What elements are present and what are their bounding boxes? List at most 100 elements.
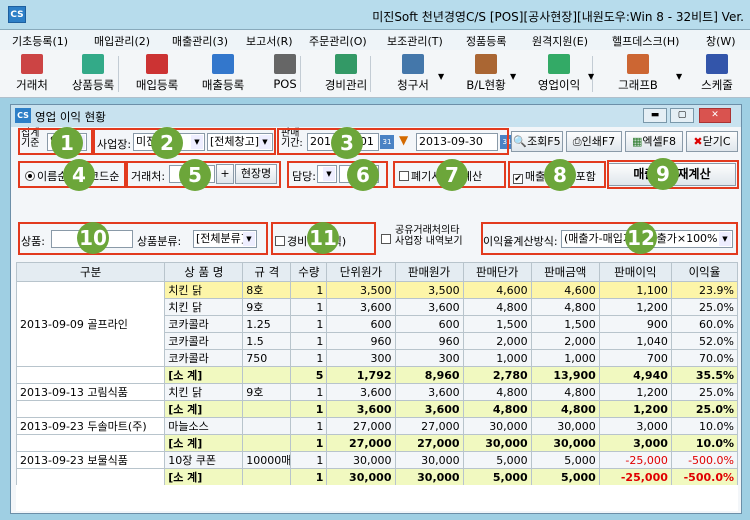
manager-select[interactable]: ▼	[317, 165, 337, 183]
toolbar-button-6[interactable]: 청구서	[386, 52, 440, 95]
group-cell-empty	[15, 400, 166, 418]
menu-item-7[interactable]: 원격지원(E)	[532, 33, 588, 49]
menubar: 기초등록(1) 매입관리(2) 매출관리(3) 보고서(R) 주문관리(O) 보조관리(T…	[0, 30, 750, 50]
cell-amount: 4,800	[530, 400, 600, 418]
cell-rate: 25.0%	[670, 383, 739, 401]
column-header[interactable]: 구분	[15, 262, 166, 282]
column-header[interactable]: 판매이익	[598, 262, 672, 282]
column-header[interactable]: 규 격	[242, 262, 292, 282]
column-header[interactable]: 상 품 명	[164, 262, 244, 282]
subtotal-row[interactable]: [소 계] 5 1,792 8,960 2,780 13,900 4,940 35.5%	[15, 366, 739, 384]
subtotal-row[interactable]: [소 계] 1 27,000 27,000 30,000 30,000 3,000 10.0%	[15, 434, 739, 452]
cell-amount: 30,000	[530, 434, 600, 452]
menu-item-4[interactable]: 주문관리(O)	[309, 33, 367, 49]
cell-sale_cost: 30,000	[394, 468, 464, 486]
cell-qty: 1	[290, 451, 328, 469]
column-header[interactable]: 판매원가	[394, 262, 464, 282]
cell-qty: 1	[290, 417, 328, 435]
toolbar-button-10[interactable]: 스케줄	[692, 52, 742, 95]
cell-amount: 4,800	[530, 383, 600, 401]
column-header[interactable]: 판매단가	[462, 262, 532, 282]
menu-item-1[interactable]: 매입관리(2)	[94, 33, 150, 49]
toolbar-button-9[interactable]: 그래프B	[606, 52, 670, 95]
date-from-calendar-icon[interactable]: 31	[380, 134, 394, 149]
cell-rate: 10.0%	[670, 417, 739, 435]
cell-price: 2,000	[462, 332, 532, 350]
sort-name-radio[interactable]: 이름순	[25, 168, 67, 184]
column-header[interactable]: 이익율	[670, 262, 739, 282]
calendar-icon	[706, 54, 728, 74]
customer-add-button[interactable]: +	[216, 164, 234, 184]
menu-item-9[interactable]: 창(W)	[706, 33, 736, 49]
table-header-row: 구분 상 품 명규 격 수량 단위원가 판매원가 판매단가 판매금액 판매이익 이익율	[15, 262, 739, 282]
toolbar-label: POS	[273, 77, 297, 91]
close-button[interactable]: ✖닫기C	[686, 131, 738, 152]
menu-item-2[interactable]: 매출관리(3)	[172, 33, 228, 49]
maximize-button[interactable]: ▢	[670, 108, 694, 123]
excel-button[interactable]: ▦엑셀F8	[625, 131, 683, 152]
product-icon	[82, 54, 104, 74]
search-button[interactable]: 🔍조회F5	[511, 131, 563, 152]
group-cell-empty	[15, 366, 166, 384]
print-button[interactable]: ⎙인쇄F7	[566, 131, 622, 152]
warehouse-select[interactable]: [전체창고] ▼	[207, 133, 273, 151]
table-empty-area	[16, 485, 738, 511]
dropdown-arrow-icon[interactable]: ▼	[438, 72, 444, 81]
toolbar-button-8[interactable]: 영업이익	[528, 52, 590, 95]
chevron-down-icon: ▼	[243, 232, 255, 246]
cell-spec: 750	[242, 349, 292, 367]
table-row[interactable]: 2013-09-23 두솔마트(주) 마늘소스 1 27,000 27,000 30,00…	[15, 417, 739, 435]
site-name-button[interactable]: 현장명	[235, 164, 277, 184]
menu-item-8[interactable]: 헬프데스크(H)	[612, 33, 679, 49]
column-header[interactable]: 판매금액	[530, 262, 600, 282]
toolbar-button-5[interactable]: 경비관리	[318, 52, 374, 95]
badge-12: 12	[625, 222, 657, 254]
excel-label: 엑셀F8	[642, 135, 676, 148]
table-row[interactable]: 2013-09-23 보물식품 10장 쿠폰 10000매 1 30,000 30,000…	[15, 451, 739, 469]
cell-rate: 10.0%	[670, 434, 739, 452]
graph-icon	[627, 54, 649, 74]
chevron-down-icon: ▼	[191, 135, 203, 149]
toolbar-button-1[interactable]: 상품등록	[62, 52, 124, 95]
subtotal-row[interactable]: [소 계] 1 30,000 30,000 5,000 5,000 -25,000 -500.…	[15, 468, 739, 486]
cell-profit: 1,040	[598, 332, 672, 350]
toolbar-label: 영업이익	[537, 78, 581, 92]
cell-profit: 3,000	[598, 417, 672, 435]
bl-icon	[475, 54, 497, 74]
cell-qty: 1	[290, 434, 328, 452]
minimize-button[interactable]: ▬	[643, 108, 667, 123]
category-select[interactable]: [전체분류] ▼	[193, 230, 257, 248]
shared-customer-checkbox[interactable]	[381, 233, 393, 246]
column-header[interactable]: 단위원가	[326, 262, 396, 282]
close-window-button[interactable]: ✕	[699, 108, 731, 123]
subtotal-row[interactable]: [소 계] 1 3,600 3,600 4,800 4,800 1,200 25.0%	[15, 400, 739, 418]
toolbar-separator	[370, 56, 371, 92]
menu-item-3[interactable]: 보고서(R)	[246, 33, 293, 49]
cell-spec	[242, 468, 292, 486]
column-header[interactable]: 수량	[290, 262, 328, 282]
cell-qty: 1	[290, 383, 328, 401]
cell-price: 5,000	[462, 451, 532, 469]
cell-amount: 5,000	[530, 468, 600, 486]
table-row[interactable]: 2013-09-13 고림식품 치킨 닭 9호 1 3,600 3,600 4,800 4,8…	[15, 383, 739, 401]
dropdown-arrow-icon[interactable]: ▼	[676, 72, 682, 81]
toolbar-button-7[interactable]: B/L현황	[456, 52, 516, 95]
cell-amount: 13,900	[530, 366, 600, 384]
cell-name: 치킨 닭	[164, 383, 244, 401]
toolbar-button-4[interactable]: POS	[265, 52, 305, 95]
toolbar-separator	[118, 56, 119, 92]
toolbar-button-2[interactable]: 매입등록	[130, 52, 184, 95]
date-to-input[interactable]: 2013-09-30	[416, 133, 498, 151]
dropdown-arrow-icon[interactable]: ▼	[510, 72, 516, 81]
toolbar-button-3[interactable]: 매출등록	[192, 52, 254, 95]
cell-name: 치킨 닭	[164, 298, 244, 316]
dropdown-arrow-icon[interactable]: ▼	[588, 72, 594, 81]
menu-item-0[interactable]: 기초등록(1)	[12, 33, 68, 49]
cell-qty: 1	[290, 332, 328, 350]
menu-item-6[interactable]: 정품등록	[466, 33, 506, 49]
cell-price: 30,000	[462, 434, 532, 452]
toolbar-button-0[interactable]: 거래처	[10, 52, 54, 95]
table-row[interactable]: 2013-09-09 골프라인 치킨 닭 8호 1 3,500 3,500 4,600 4,6…	[15, 281, 739, 367]
cell-amount: 30,000	[530, 417, 600, 435]
menu-item-5[interactable]: 보조관리(T)	[387, 33, 443, 49]
